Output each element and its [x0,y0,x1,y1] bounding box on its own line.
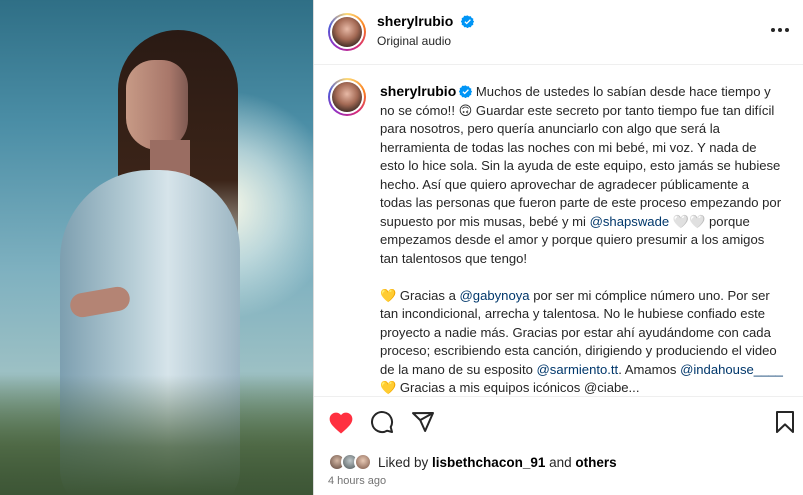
header-username-row: sherylrubio [377,13,474,31]
verified-badge-icon [460,15,474,28]
caption-verified-badge-icon [459,85,473,98]
mention-indahouse[interactable]: @indahouse____ [680,362,783,377]
caption-avatar[interactable] [328,78,366,116]
action-bar [314,396,803,448]
caption-text: sherylrubio Muchos de ustedes lo sabían … [380,82,784,396]
post-details-panel: sherylrubio Original audio sherylrubio M… [313,0,803,495]
likes-text: Liked by lisbethchacon_91 and others [378,455,617,470]
audio-label[interactable]: Original audio [377,34,451,48]
avatar-image [332,17,362,47]
more-options-icon[interactable] [768,18,792,42]
caption-paragraph-1: Muchos de ustedes lo sabían desde hace t… [380,84,782,229]
caption-p3: Gracias a mis equipos icónicos @ciabe... [396,380,640,395]
yellow-heart-emoji-2: 💛 [380,380,397,395]
liker-avatars [328,453,372,471]
post-timestamp[interactable]: 4 hours ago [328,475,386,487]
grass-foreground [0,375,313,495]
header-username[interactable]: sherylrubio [377,13,453,29]
post-media-image[interactable] [0,0,313,495]
heart-icon[interactable] [328,409,354,435]
likes-prefix: Liked by [378,454,433,470]
caption-avatar-image [332,82,362,112]
likes-others-link[interactable]: others [575,455,616,470]
liker-username[interactable]: lisbethchacon_91 [432,455,545,470]
mention-sarmiento[interactable]: @sarmiento.tt [537,362,619,377]
likes-summary[interactable]: Liked by lisbethchacon_91 and others [328,452,617,472]
comment-icon[interactable] [369,409,395,435]
face-shape [126,60,188,150]
liker-avatar [354,453,372,471]
caption-p2-c: . Amamos [618,361,681,377]
avatar[interactable] [328,13,366,51]
bookmark-icon[interactable] [772,409,798,435]
caption-p2-a: Gracias a [396,287,460,303]
mention-shapswade[interactable]: @shapswade [590,214,670,229]
caption-username[interactable]: sherylrubio [380,83,456,99]
mention-gabynoya[interactable]: @gabynoya [460,288,530,303]
post-header: sherylrubio Original audio [314,0,803,65]
caption-section: sherylrubio Muchos de ustedes lo sabían … [314,66,803,396]
yellow-heart-emoji: 💛 [380,287,397,303]
share-icon[interactable] [410,409,436,435]
likes-middle: and [545,454,576,470]
